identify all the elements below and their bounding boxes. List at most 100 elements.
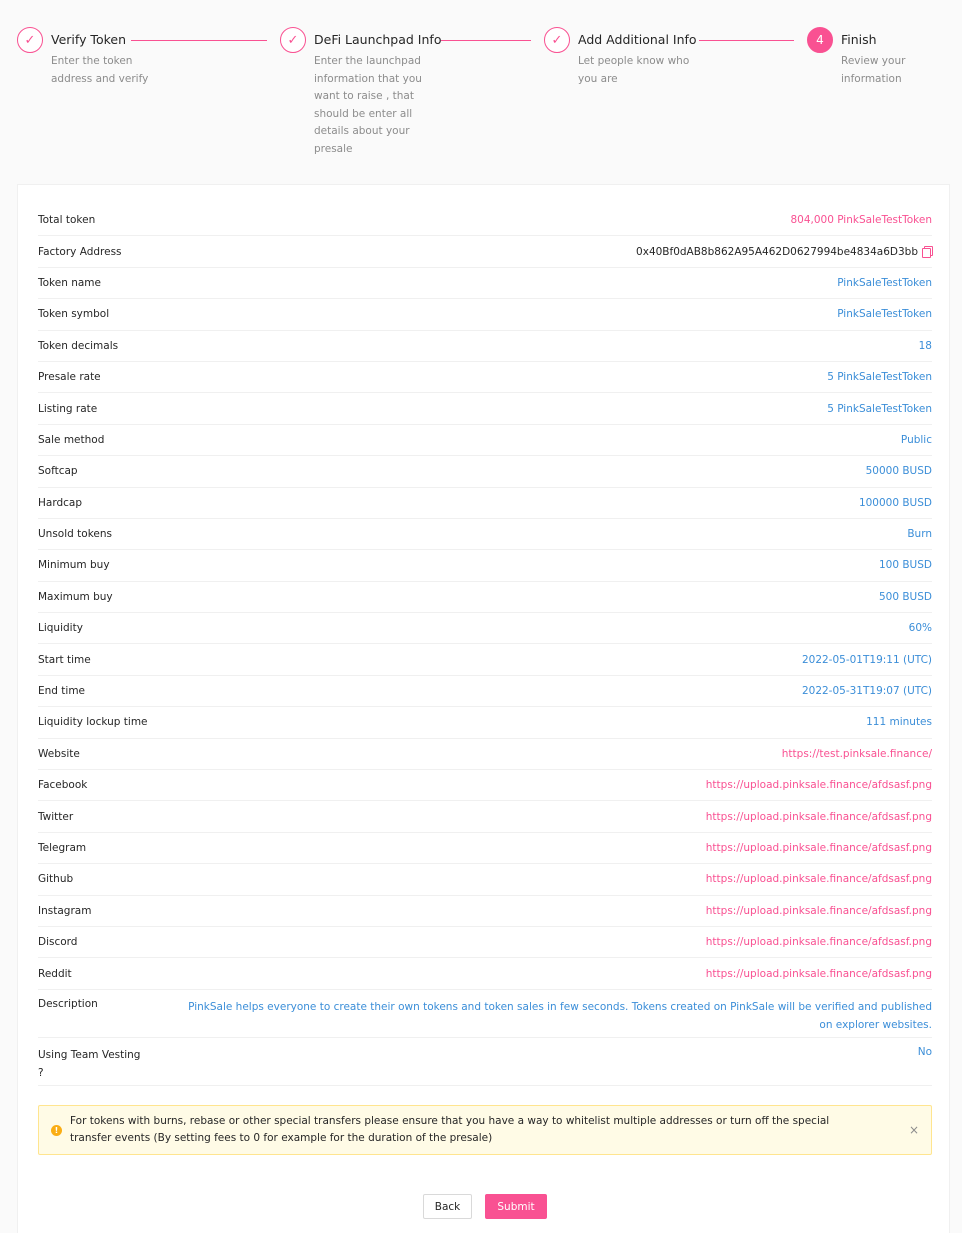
- row-token-name: Token name PinkSaleTestToken: [38, 268, 932, 300]
- instagram-link[interactable]: https://upload.pinksale.finance/afdsasf.…: [706, 905, 932, 917]
- description-value: PinkSale helps everyone to create their …: [188, 1000, 932, 1031]
- row-label: Liquidity: [38, 622, 83, 635]
- step-connector: [699, 40, 794, 41]
- row-start-time: Start time 2022-05-01T19:11 (UTC): [38, 644, 932, 676]
- row-github: Github https://upload.pinksale.finance/a…: [38, 864, 932, 896]
- submit-button[interactable]: Submit: [485, 1194, 547, 1219]
- row-label: Token symbol: [38, 308, 110, 321]
- row-end-time: End time 2022-05-31T19:07 (UTC): [38, 676, 932, 708]
- row-unsold-tokens: Unsold tokens Burn: [38, 519, 932, 551]
- row-value: 500 BUSD: [878, 590, 932, 603]
- back-button[interactable]: Back: [423, 1194, 472, 1219]
- warning-icon: !: [51, 1124, 62, 1136]
- row-value-wrap: 0x40Bf0dAB8b862A95A462D0627994be4834a6D3…: [636, 246, 933, 259]
- row-instagram: Instagram https://upload.pinksale.financ…: [38, 896, 932, 927]
- row-label: Discord: [38, 936, 78, 949]
- row-label: Start time: [38, 653, 91, 666]
- row-label: Listing rate: [38, 402, 98, 415]
- row-token-decimals: Token decimals 18: [38, 331, 932, 362]
- reddit-link[interactable]: https://upload.pinksale.finance/afdsasf.…: [706, 968, 932, 980]
- website-link[interactable]: https://test.pinksale.finance/: [782, 748, 932, 760]
- row-value: 804,000 PinkSaleTestToken: [790, 214, 932, 227]
- twitter-link[interactable]: https://upload.pinksale.finance/afdsasf.…: [706, 811, 932, 823]
- row-label: Website: [38, 747, 80, 760]
- row-label: Hardcap: [38, 496, 82, 509]
- row-minimum-buy: Minimum buy 100 BUSD: [38, 550, 932, 582]
- step-connector: [131, 40, 267, 41]
- row-presale-rate: Presale rate 5 PinkSaleTestToken: [38, 362, 932, 394]
- row-value: Public: [900, 433, 932, 446]
- row-facebook: Facebook https://upload.pinksale.finance…: [38, 770, 932, 802]
- row-softcap: Softcap 50000 BUSD: [38, 456, 932, 488]
- row-label: Presale rate: [38, 371, 101, 384]
- steps-header: ✓ Verify Token Enter the token address a…: [0, 0, 962, 184]
- step-title: Verify Token: [51, 32, 126, 47]
- step-title: Add Additional Info: [578, 32, 697, 47]
- row-label: Twitter: [38, 810, 74, 823]
- facebook-link[interactable]: https://upload.pinksale.finance/afdsasf.…: [706, 779, 932, 791]
- review-card: Total token 804,000 PinkSaleTestToken Fa…: [17, 184, 950, 1233]
- row-value: 2022-05-31T19:07 (UTC): [801, 685, 932, 698]
- row-label: Token name: [38, 276, 101, 289]
- row-label: Using Team Vesting ?: [38, 1048, 141, 1079]
- row-website: Website https://test.pinksale.finance/: [38, 739, 932, 771]
- row-value: Burn: [907, 528, 932, 541]
- close-icon[interactable]: ×: [909, 1123, 919, 1137]
- row-label: Github: [38, 873, 74, 886]
- row-lockup-time: Liquidity lockup time 111 minutes: [38, 707, 932, 739]
- row-maximum-buy: Maximum buy 500 BUSD: [38, 582, 932, 614]
- github-link[interactable]: https://upload.pinksale.finance/afdsasf.…: [706, 873, 932, 885]
- step-desc: Enter the token address and verify: [51, 55, 149, 85]
- row-label: Liquidity lockup time: [38, 716, 148, 729]
- row-description: Description PinkSale helps everyone to c…: [38, 990, 932, 1038]
- row-reddit: Reddit https://upload.pinksale.finance/a…: [38, 958, 932, 990]
- copy-icon[interactable]: [922, 246, 933, 259]
- row-value: PinkSaleTestToken: [837, 308, 932, 321]
- row-label: End time: [38, 685, 86, 698]
- row-token-symbol: Token symbol PinkSaleTestToken: [38, 299, 932, 331]
- row-label: Instagram: [38, 904, 92, 917]
- row-value: 5 PinkSaleTestToken: [827, 402, 932, 415]
- step-desc: Let people know who you are: [578, 55, 690, 85]
- step-connector: [441, 40, 531, 41]
- row-label: Reddit: [38, 967, 72, 980]
- row-telegram: Telegram https://upload.pinksale.finance…: [38, 833, 932, 865]
- row-label: Description: [38, 997, 98, 1010]
- row-twitter: Twitter https://upload.pinksale.finance/…: [38, 801, 932, 833]
- row-label: Minimum buy: [38, 559, 110, 572]
- row-label: Maximum buy: [38, 590, 113, 603]
- check-icon: ✓: [280, 27, 306, 53]
- step-title: DeFi Launchpad Info: [314, 32, 442, 47]
- row-label: Softcap: [38, 465, 78, 478]
- step-title: Finish: [841, 32, 877, 47]
- row-value: 100 BUSD: [878, 559, 932, 572]
- row-hardcap: Hardcap 100000 BUSD: [38, 488, 932, 519]
- form-actions: Back Submit: [423, 1194, 547, 1219]
- row-value: 50000 BUSD: [865, 465, 932, 478]
- row-value: 111 minutes: [866, 716, 932, 729]
- row-team-vesting: Using Team Vesting ? No: [38, 1038, 932, 1086]
- row-label: Unsold tokens: [38, 528, 112, 541]
- check-icon: ✓: [544, 27, 570, 53]
- discord-link[interactable]: https://upload.pinksale.finance/afdsasf.…: [706, 936, 932, 948]
- row-value: 5 PinkSaleTestToken: [827, 371, 932, 384]
- alert-message: For tokens with burns, rebase or other s…: [70, 1115, 830, 1144]
- row-value: 100000 BUSD: [858, 496, 932, 509]
- row-value: PinkSaleTestToken: [837, 276, 932, 289]
- row-value: 60%: [908, 622, 932, 635]
- row-label: Total token: [38, 214, 96, 227]
- details-list: Total token 804,000 PinkSaleTestToken Fa…: [38, 205, 933, 1086]
- step-desc: Review your information: [841, 55, 906, 85]
- row-value: 2022-05-01T19:11 (UTC): [801, 653, 932, 666]
- row-liquidity: Liquidity 60%: [38, 613, 932, 645]
- check-icon: ✓: [17, 27, 43, 53]
- warning-alert: ! For tokens with burns, rebase or other…: [38, 1105, 932, 1155]
- row-factory-address: Factory Address 0x40Bf0dAB8b862A95A462D0…: [38, 236, 933, 268]
- telegram-link[interactable]: https://upload.pinksale.finance/afdsasf.…: [706, 842, 932, 854]
- row-total-token: Total token 804,000 PinkSaleTestToken: [38, 205, 932, 237]
- row-value: No: [917, 1045, 932, 1058]
- row-label: Factory Address: [38, 245, 122, 258]
- row-label: Telegram: [38, 842, 87, 854]
- row-value: 18: [918, 339, 932, 352]
- step-number-badge: 4: [807, 27, 833, 53]
